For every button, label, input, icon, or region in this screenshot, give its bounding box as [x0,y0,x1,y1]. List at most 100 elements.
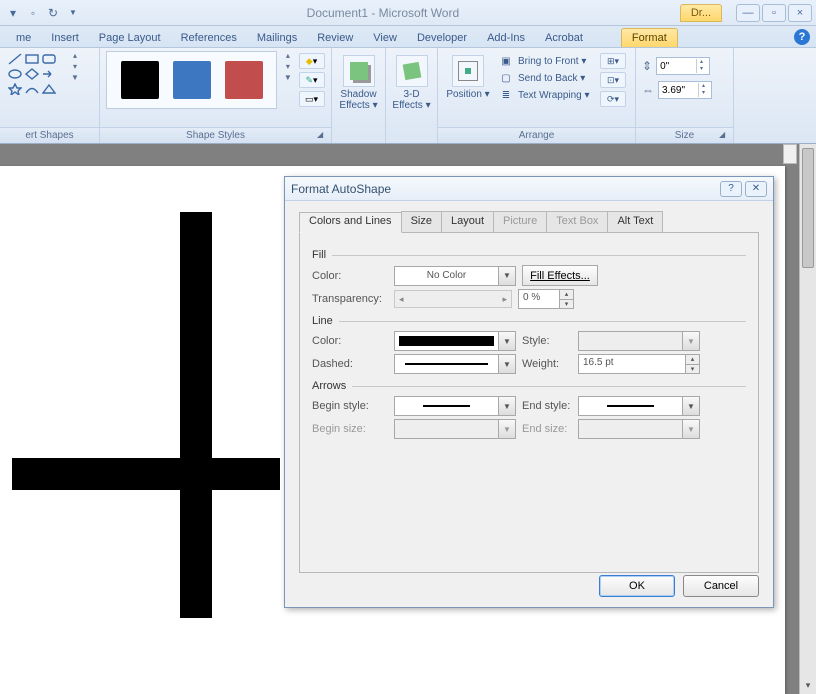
qat-menu-icon[interactable]: ▼ [64,4,82,22]
line-dashed-label: Dashed: [312,358,394,370]
tab-view[interactable]: View [363,29,407,47]
style-down-icon[interactable]: ▾ [286,62,290,71]
scroll-thumb[interactable] [802,148,814,268]
redo-icon[interactable]: ↻ [44,4,62,22]
position-button[interactable]: Position ▾ [444,51,492,100]
dialog-title-bar[interactable]: Format AutoShape ? ✕ [285,177,773,201]
tab-references[interactable]: References [171,29,247,47]
style-more-icon[interactable]: ▼ [284,73,292,82]
width-icon: ⇔ [642,83,654,97]
bring-to-front-button[interactable]: ▣Bring to Front ▾ [496,53,596,69]
line-weight-spinner[interactable]: 16.5 pt▴▾ [578,354,700,374]
dialog-help-button[interactable]: ? [720,181,742,197]
ruler-toggle[interactable] [783,144,797,164]
diamond-shape-icon[interactable] [25,68,39,80]
tab-colors-lines[interactable]: Colors and Lines [299,212,402,233]
shape-fill-button[interactable]: ◆▾ [299,53,325,69]
send-back-icon: ▢ [498,70,514,86]
shapes-gallery[interactable] [6,51,64,97]
tab-layout[interactable]: Layout [441,211,494,232]
tab-addins[interactable]: Add-Ins [477,29,535,47]
size-dialog-launcher-icon[interactable]: ◢ [719,130,731,142]
rotate-button[interactable]: ⟳▾ [600,91,626,107]
style-swatch-black[interactable] [121,61,159,99]
gallery-more-icon[interactable]: ▼ [71,73,79,82]
roundrect-shape-icon[interactable] [42,53,56,65]
end-size-combo: ▼ [578,419,700,439]
fill-color-combo[interactable]: No Color▼ [394,266,516,286]
shape-style-gallery[interactable] [106,51,277,109]
group-button[interactable]: ⊡▾ [600,72,626,88]
height-icon: ⇕ [642,59,652,73]
text-wrapping-button[interactable]: ≣Text Wrapping ▾ [496,87,596,103]
style-up-icon[interactable]: ▴ [286,51,290,60]
transparency-slider[interactable]: ◂▸ [394,290,512,308]
vertical-scrollbar[interactable]: ▴ ▾ [799,144,816,694]
curve-shape-icon[interactable] [25,83,39,95]
dialog-close-button[interactable]: ✕ [745,181,767,197]
width-spinner[interactable]: 3.69"▴▾ [658,81,712,99]
tab-review[interactable]: Review [307,29,363,47]
tab-size[interactable]: Size [401,211,442,232]
end-style-label: End style: [516,400,578,412]
ok-button[interactable]: OK [599,575,675,597]
begin-style-combo[interactable]: ▼ [394,396,516,416]
window-title: Document1 - Microsoft Word [86,6,680,20]
style-swatch-blue[interactable] [173,61,211,99]
dialog-title: Format AutoShape [291,182,391,196]
oval-shape-icon[interactable] [8,68,22,80]
minimize-button[interactable]: — [736,4,760,22]
group-label-arrange: Arrange [438,127,635,143]
tab-acrobat[interactable]: Acrobat [535,29,593,47]
group-label-insert-shapes: ert Shapes [0,127,99,143]
rect-shape-icon[interactable] [25,53,39,65]
window-close-button[interactable]: × [788,4,812,22]
dialog-tabs: Colors and Lines Size Layout Picture Tex… [299,211,759,233]
triangle-shape-icon[interactable] [42,83,56,95]
tab-format[interactable]: Format [621,28,678,47]
arrow-shape-icon[interactable] [42,68,56,80]
qat-dropdown-icon[interactable]: ▾ [4,4,22,22]
line-group-label: Line [312,315,333,327]
tab-picture: Picture [493,211,547,232]
style-swatch-red[interactable] [225,61,263,99]
bring-front-icon: ▣ [498,53,514,69]
change-shape-button[interactable]: ▭▾ [299,91,325,107]
tab-alt-text[interactable]: Alt Text [607,211,663,232]
line-shape-icon[interactable] [8,53,22,65]
shape-outline-button[interactable]: ✎▾ [299,72,325,88]
shape-vertical-line[interactable] [180,212,212,618]
begin-size-combo: ▼ [394,419,516,439]
tab-developer[interactable]: Developer [407,29,477,47]
fill-effects-button[interactable]: Fill Effects... [522,265,598,286]
align-button[interactable]: ⊞▾ [600,53,626,69]
contextual-tab-drawing[interactable]: Dr... [680,4,722,22]
restore-button[interactable]: ▫ [762,4,786,22]
send-to-back-button[interactable]: ▢Send to Back ▾ [496,70,596,86]
end-style-combo[interactable]: ▼ [578,396,700,416]
tab-text-box: Text Box [546,211,608,232]
line-weight-label: Weight: [516,358,578,370]
line-color-label: Color: [312,335,394,347]
scroll-down-icon[interactable]: ▾ [800,677,816,694]
tab-page-layout[interactable]: Page Layout [89,29,171,47]
gallery-up-icon[interactable]: ▴ [73,51,77,60]
title-bar: ▾ ◦ ↻ ▼ Document1 - Microsoft Word Dr...… [0,0,816,26]
help-icon[interactable]: ? [794,29,810,45]
gallery-down-icon[interactable]: ▾ [73,62,77,71]
transparency-spinner[interactable]: 0 %▴▾ [518,289,574,309]
cancel-button[interactable]: Cancel [683,575,759,597]
tab-insert[interactable]: Insert [41,29,89,47]
height-spinner[interactable]: 0"▴▾ [656,57,710,75]
star-shape-icon[interactable] [8,83,22,95]
tab-home[interactable]: me [6,29,41,47]
line-color-combo[interactable]: ▼ [394,331,516,351]
shadow-effects-button[interactable]: Shadow Effects ▾ [338,51,379,111]
shape-horizontal-line[interactable] [12,458,280,490]
begin-size-label: Begin size: [312,423,394,435]
dialog-launcher-icon[interactable]: ◢ [317,130,329,142]
line-dashed-combo[interactable]: ▼ [394,354,516,374]
3d-effects-button[interactable]: 3-D Effects ▾ [392,51,431,111]
line-style-combo[interactable]: ▼ [578,331,700,351]
tab-mailings[interactable]: Mailings [247,29,307,47]
